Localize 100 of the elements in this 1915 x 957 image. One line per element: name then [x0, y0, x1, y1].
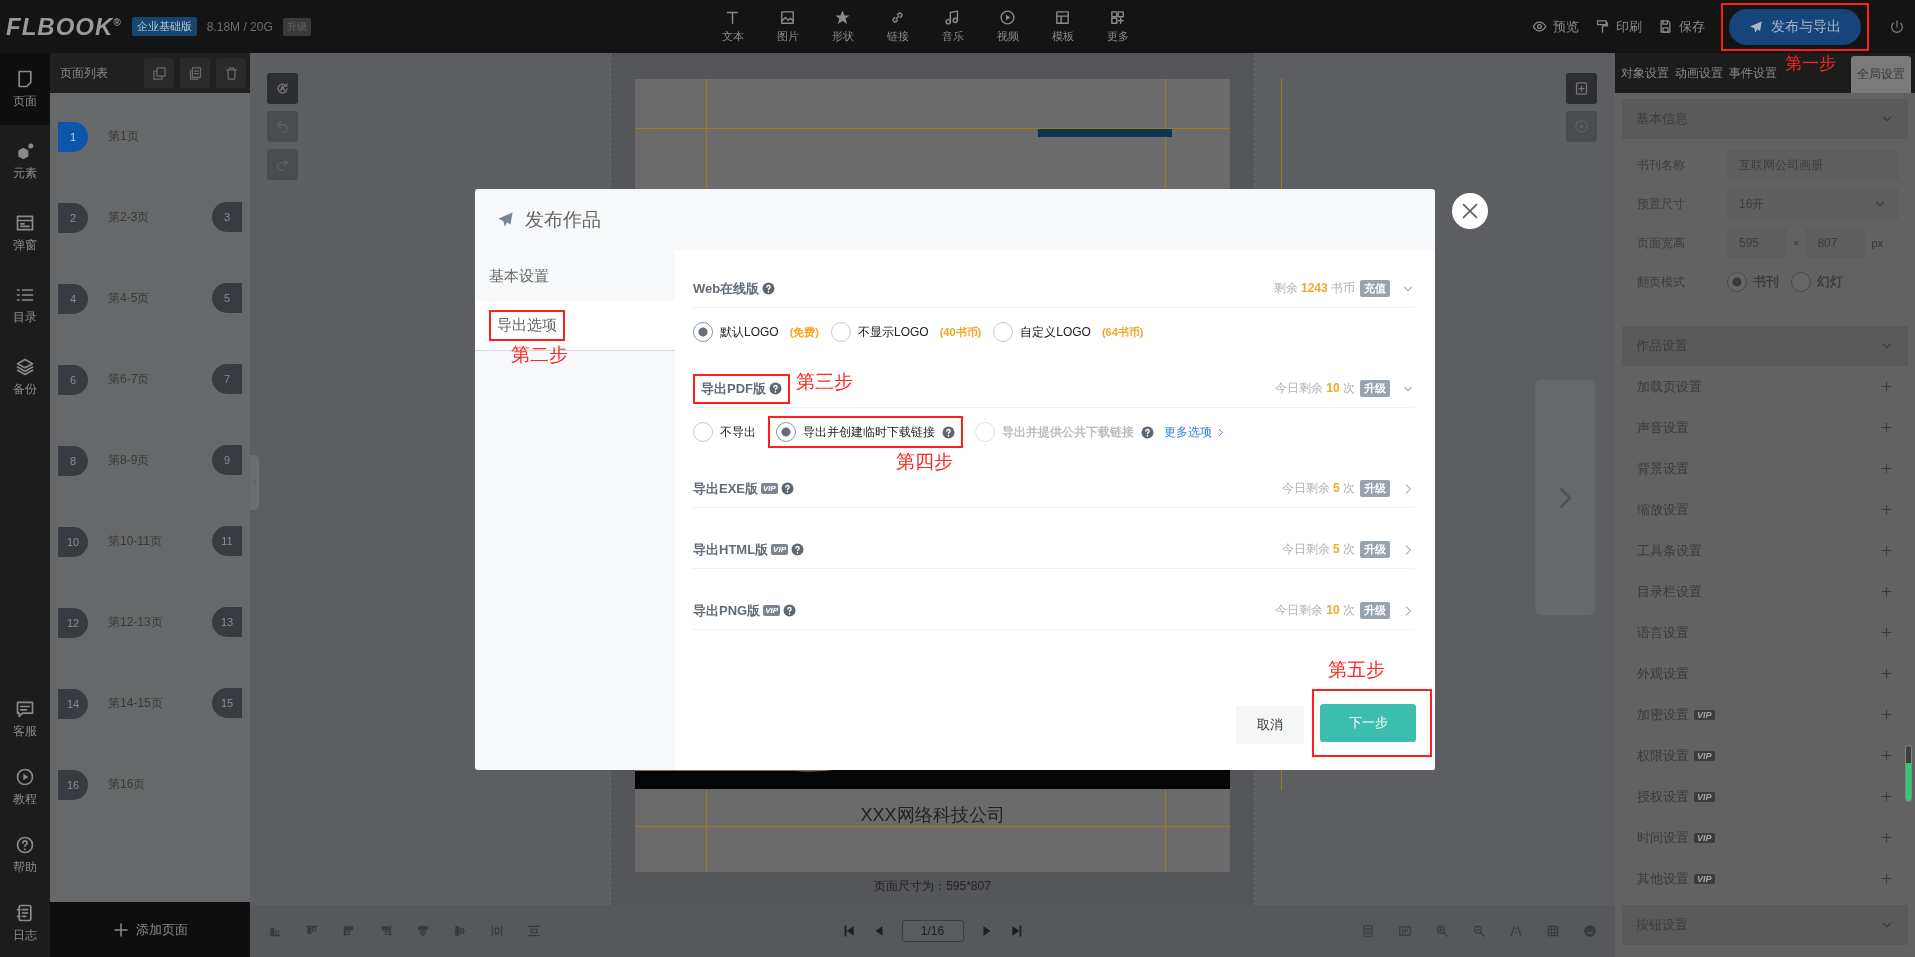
icon-button[interactable] — [180, 58, 210, 88]
quota-action-badge[interactable]: 充值 — [1360, 280, 1390, 297]
page-number-field[interactable]: 1/16 — [901, 920, 964, 942]
play-icon — [999, 9, 1016, 26]
rail-item[interactable]: 目录 — [0, 269, 50, 341]
rail-item[interactable]: 备份 — [0, 341, 50, 413]
plus-icon — [1880, 749, 1893, 762]
circle-icon[interactable] — [1583, 924, 1597, 938]
canvas-tool-button[interactable] — [1566, 73, 1597, 104]
image-icon — [779, 9, 796, 26]
document-icon[interactable] — [1361, 924, 1375, 938]
page-number: 14 — [58, 688, 88, 719]
zoom-in-icon[interactable] — [1435, 924, 1449, 938]
rail-item[interactable]: 客服 — [0, 685, 50, 753]
distribute-icon[interactable] — [490, 924, 504, 938]
radio-button[interactable] — [693, 322, 713, 342]
copy-icon — [151, 65, 167, 81]
icon-button[interactable] — [144, 58, 174, 88]
rail-item[interactable]: 日志 — [0, 889, 50, 957]
logo: FLBOOK$^{®}$ — [6, 12, 122, 41]
toolbar-tool[interactable]: 更多 — [1090, 9, 1145, 44]
page-number: 10 — [58, 526, 88, 557]
align-center-icon[interactable] — [416, 924, 430, 938]
toolbar-tool[interactable]: 模板 — [1035, 9, 1090, 44]
toolbar-tool[interactable]: 形状 — [815, 9, 870, 44]
music-icon — [944, 9, 961, 26]
cancel-button[interactable]: 取消 — [1236, 706, 1304, 744]
play-icon — [15, 766, 35, 787]
toolbar-tool[interactable]: 视频 — [980, 9, 1035, 44]
rail-item[interactable]: 教程 — [0, 753, 50, 821]
notebook-icon — [15, 902, 35, 923]
radio-button[interactable] — [1727, 272, 1747, 292]
text-icon — [724, 9, 741, 26]
power-icon[interactable] — [1889, 18, 1905, 35]
rail-item[interactable]: 帮助 — [0, 821, 50, 889]
help-icon[interactable] — [942, 425, 955, 439]
step-annotation: 第五步 — [1328, 660, 1385, 679]
quota-action-badge[interactable]: 升级 — [1360, 380, 1390, 397]
align-left-icon[interactable] — [342, 924, 356, 938]
add-page-button[interactable]: 添加页面 — [50, 902, 250, 957]
toolbar-tool[interactable]: 图片 — [760, 9, 815, 44]
guides-icon[interactable] — [1509, 924, 1523, 938]
distribute-icon[interactable] — [527, 924, 541, 938]
plus-icon — [1880, 503, 1893, 516]
option-label: 不显示LOGO — [858, 323, 929, 341]
align-right-icon[interactable] — [379, 924, 393, 938]
paint-roller-icon — [1595, 19, 1610, 34]
section-title: Web在线版 — [693, 279, 760, 298]
rail-item[interactable]: 元素 — [0, 125, 50, 197]
dialog-nav-item[interactable]: 基本设置 — [475, 251, 675, 301]
page-number: 9 — [212, 445, 242, 475]
rail-item[interactable]: 页面 — [0, 53, 50, 125]
quota-text: 今日剩余 5 次 — [1281, 541, 1355, 558]
settings-tab[interactable]: 对象设置 — [1618, 53, 1672, 93]
help-icon[interactable] — [780, 482, 794, 495]
plus-icon — [1880, 708, 1893, 721]
scrollbar[interactable] — [1905, 745, 1912, 802]
settings-tab[interactable]: 事件设置 — [1726, 53, 1780, 93]
plus-icon — [1880, 585, 1893, 598]
canvas-tool-button[interactable] — [267, 73, 298, 104]
radio-button[interactable] — [776, 422, 796, 442]
vip-badge: VIP — [1694, 832, 1715, 843]
last-page-icon[interactable] — [1009, 924, 1024, 938]
step-annotation: 第四步 — [896, 452, 953, 471]
help-icon[interactable] — [769, 382, 782, 395]
publish-button[interactable]: 发布与导出 — [1729, 8, 1861, 45]
ruler-icon[interactable] — [1398, 924, 1412, 938]
page-number: 5 — [212, 283, 242, 313]
quota-action-badge[interactable]: 升级 — [1360, 602, 1390, 619]
toolbar-tool[interactable]: 链接 — [870, 9, 925, 44]
dialog-title: 发布作品 — [525, 207, 601, 232]
quota-action-badge[interactable]: 升级 — [1360, 480, 1390, 497]
toolbar-action[interactable]: 保存 — [1658, 17, 1705, 36]
zoom-out-icon[interactable] — [1472, 924, 1486, 938]
next-page-handle[interactable] — [1535, 380, 1595, 615]
icon-button[interactable] — [216, 58, 246, 88]
eye-icon — [1532, 19, 1547, 34]
page-number: 11 — [212, 526, 242, 556]
help-icon[interactable] — [791, 543, 804, 556]
vip-badge: VIP — [1694, 750, 1715, 761]
rail-item[interactable]: 弹窗 — [0, 197, 50, 269]
quota-text: 剩余 1243 书币 — [1273, 280, 1355, 297]
edition-badge: 企业基础版 — [131, 17, 197, 36]
rotate-icon — [275, 81, 290, 96]
align-middle-icon[interactable] — [453, 924, 467, 938]
vip-badge: VIP — [1694, 709, 1715, 720]
page-number: 12 — [58, 607, 88, 638]
more-options-link[interactable]: 更多选项 — [1164, 423, 1226, 441]
quota-action-badge[interactable]: 升级 — [1360, 541, 1390, 558]
grid-icon[interactable] — [1546, 924, 1560, 938]
radio-button[interactable] — [1791, 272, 1811, 292]
help-icon[interactable] — [783, 604, 797, 617]
option-price: (64书币) — [1101, 324, 1144, 340]
settings-tab[interactable]: 动画设置 — [1672, 53, 1726, 93]
toolbar-action[interactable]: 预览 — [1532, 17, 1579, 36]
toolbar-tool[interactable]: 文本 — [705, 9, 760, 44]
page-number: 15 — [212, 688, 242, 718]
toolbar-action[interactable]: 印刷 — [1595, 17, 1642, 36]
toolbar-tool[interactable]: 音乐 — [925, 9, 980, 44]
help-icon[interactable] — [762, 282, 776, 295]
